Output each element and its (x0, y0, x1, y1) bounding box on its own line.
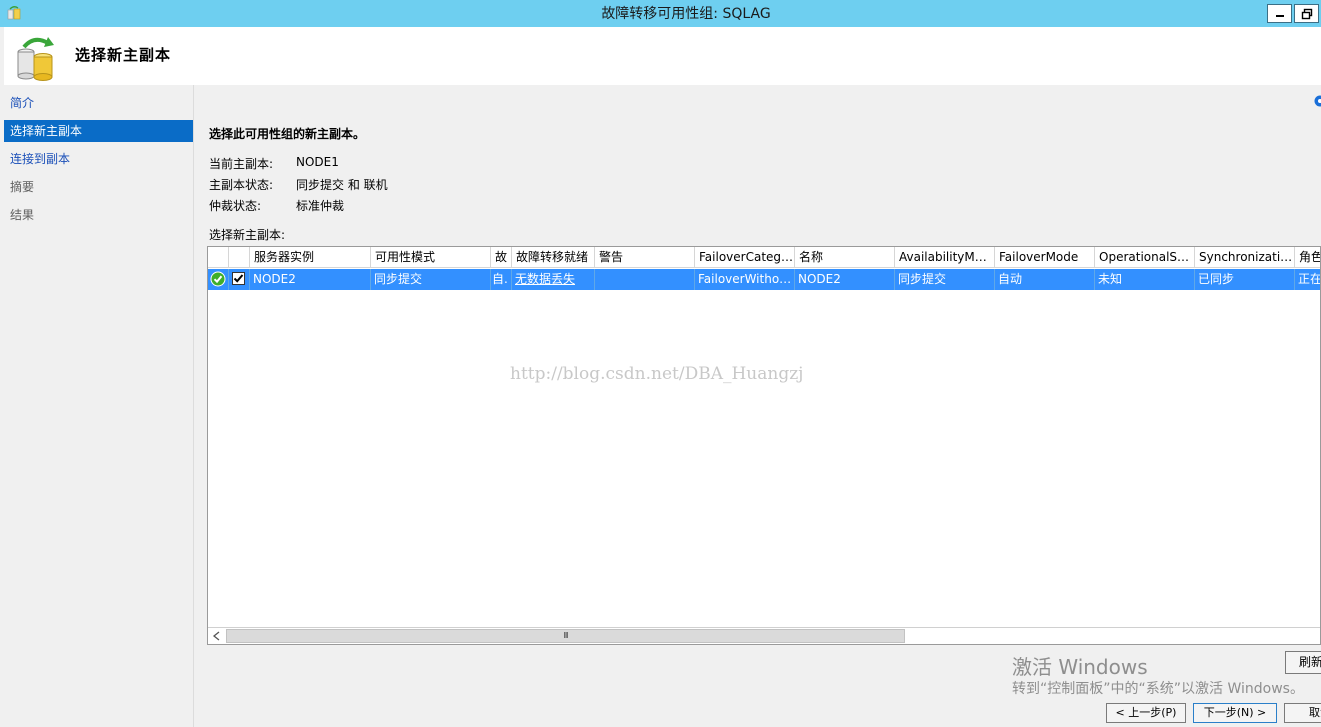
wizard-header: 选择新主副本 (4, 27, 1321, 85)
column-header-availability-mode[interactable]: 可用性模式 (371, 247, 491, 268)
activation-subtitle: 转到“控制面板”中的“系统”以激活 Windows。 (1012, 681, 1304, 697)
nav-item-connect-replicas[interactable]: 连接到副本 (4, 148, 193, 170)
help-icon-wrap[interactable] (1313, 95, 1321, 107)
grid-label: 选择新主副本: (209, 228, 286, 242)
scroll-left-icon[interactable] (212, 631, 222, 641)
check-circle-icon (210, 271, 226, 287)
failover-readiness-link[interactable]: 无数据丢失 (512, 269, 595, 290)
row-status-cell (208, 269, 229, 290)
title-bar: 故障转移可用性组: SQLAG (0, 0, 1321, 27)
column-header-check (229, 247, 250, 268)
quorum-state-value: 标准仲裁 (296, 199, 345, 213)
minimize-button[interactable] (1267, 4, 1292, 23)
cell-operational-state: 未知 (1095, 269, 1195, 290)
restore-icon (1301, 8, 1312, 19)
column-header-name[interactable]: 名称 (795, 247, 895, 268)
cell-availability-mode: 同步提交 (371, 269, 491, 290)
cancel-button[interactable]: 取消 (1284, 703, 1321, 723)
nav-item-results: 结果 (10, 208, 35, 222)
current-primary-label: 当前主副本: (209, 157, 274, 171)
nav-item-summary: 摘要 (10, 180, 35, 194)
main-heading: 选择此可用性组的新主副本。 (209, 127, 366, 141)
cell-synchronization: 已同步 (1195, 269, 1295, 290)
restore-button[interactable] (1294, 4, 1319, 23)
column-header-warnings[interactable]: 警告 (595, 247, 695, 268)
cell-role: 正在 (1295, 269, 1320, 290)
database-failover-icon (17, 37, 54, 81)
column-header-operational-state[interactable]: OperationalS… (1095, 247, 1195, 268)
scroll-grip: III (563, 631, 568, 640)
quorum-state-label: 仲裁状态: (209, 199, 262, 213)
watermark-text: http://blog.csdn.net/DBA_Huangzj (510, 364, 804, 384)
refresh-button[interactable]: 刷新 (1285, 651, 1321, 674)
primary-state-label: 主副本状态: (209, 178, 274, 192)
column-header-failover-readiness[interactable]: 故障转移就绪 (512, 247, 595, 268)
help-icon (1314, 95, 1321, 107)
activation-title: 激活 Windows (1012, 655, 1148, 679)
column-header-failover-category[interactable]: FailoverCateg… (695, 247, 795, 268)
row-checkbox[interactable] (232, 272, 245, 285)
minimize-icon (1275, 14, 1284, 17)
replica-grid[interactable]: 服务器实例 可用性模式 故 故障转移就绪 警告 FailoverCateg… 名… (207, 246, 1321, 645)
cell-name: NODE2 (795, 269, 895, 290)
nav-item-intro[interactable]: 简介 (4, 92, 193, 114)
column-header-status (208, 247, 229, 268)
nav-item-select-primary[interactable]: 选择新主副本 (4, 120, 193, 142)
window-title: 故障转移可用性组: SQLAG (601, 6, 771, 22)
column-header-availability-mode-en[interactable]: AvailabilityM… (895, 247, 995, 268)
wizard-nav: 简介 选择新主副本 连接到副本 摘要 结果 (4, 85, 193, 727)
cell-failover-mode-short: 自. (491, 269, 512, 290)
previous-button[interactable]: < 上一步(P) (1106, 703, 1186, 723)
cell-warnings (595, 269, 695, 290)
cell-failover-category: FailoverWitho… (695, 269, 795, 290)
horizontal-scrollbar[interactable]: III (208, 627, 1320, 644)
column-header-server-instance[interactable]: 服务器实例 (250, 247, 371, 268)
nav-divider (193, 85, 194, 727)
next-button[interactable]: 下一步(N) > (1193, 703, 1277, 723)
primary-state-value: 同步提交 和 联机 (296, 178, 388, 192)
cell-failover-mode: 自动 (995, 269, 1095, 290)
row-select-cell[interactable] (229, 269, 250, 290)
scroll-thumb[interactable]: III (226, 629, 905, 643)
column-header-synchronization[interactable]: Synchronizati… (1195, 247, 1295, 268)
column-header-failover-mode[interactable]: FailoverMode (995, 247, 1095, 268)
cell-availability-mode-en: 同步提交 (895, 269, 995, 290)
current-primary-value: NODE1 (296, 155, 339, 169)
column-header-role[interactable]: 角色 (1295, 247, 1320, 268)
cell-server-instance[interactable]: NODE2 (250, 269, 371, 290)
page-title: 选择新主副本 (75, 46, 172, 64)
column-header-failover-mode-short[interactable]: 故 (491, 247, 512, 268)
